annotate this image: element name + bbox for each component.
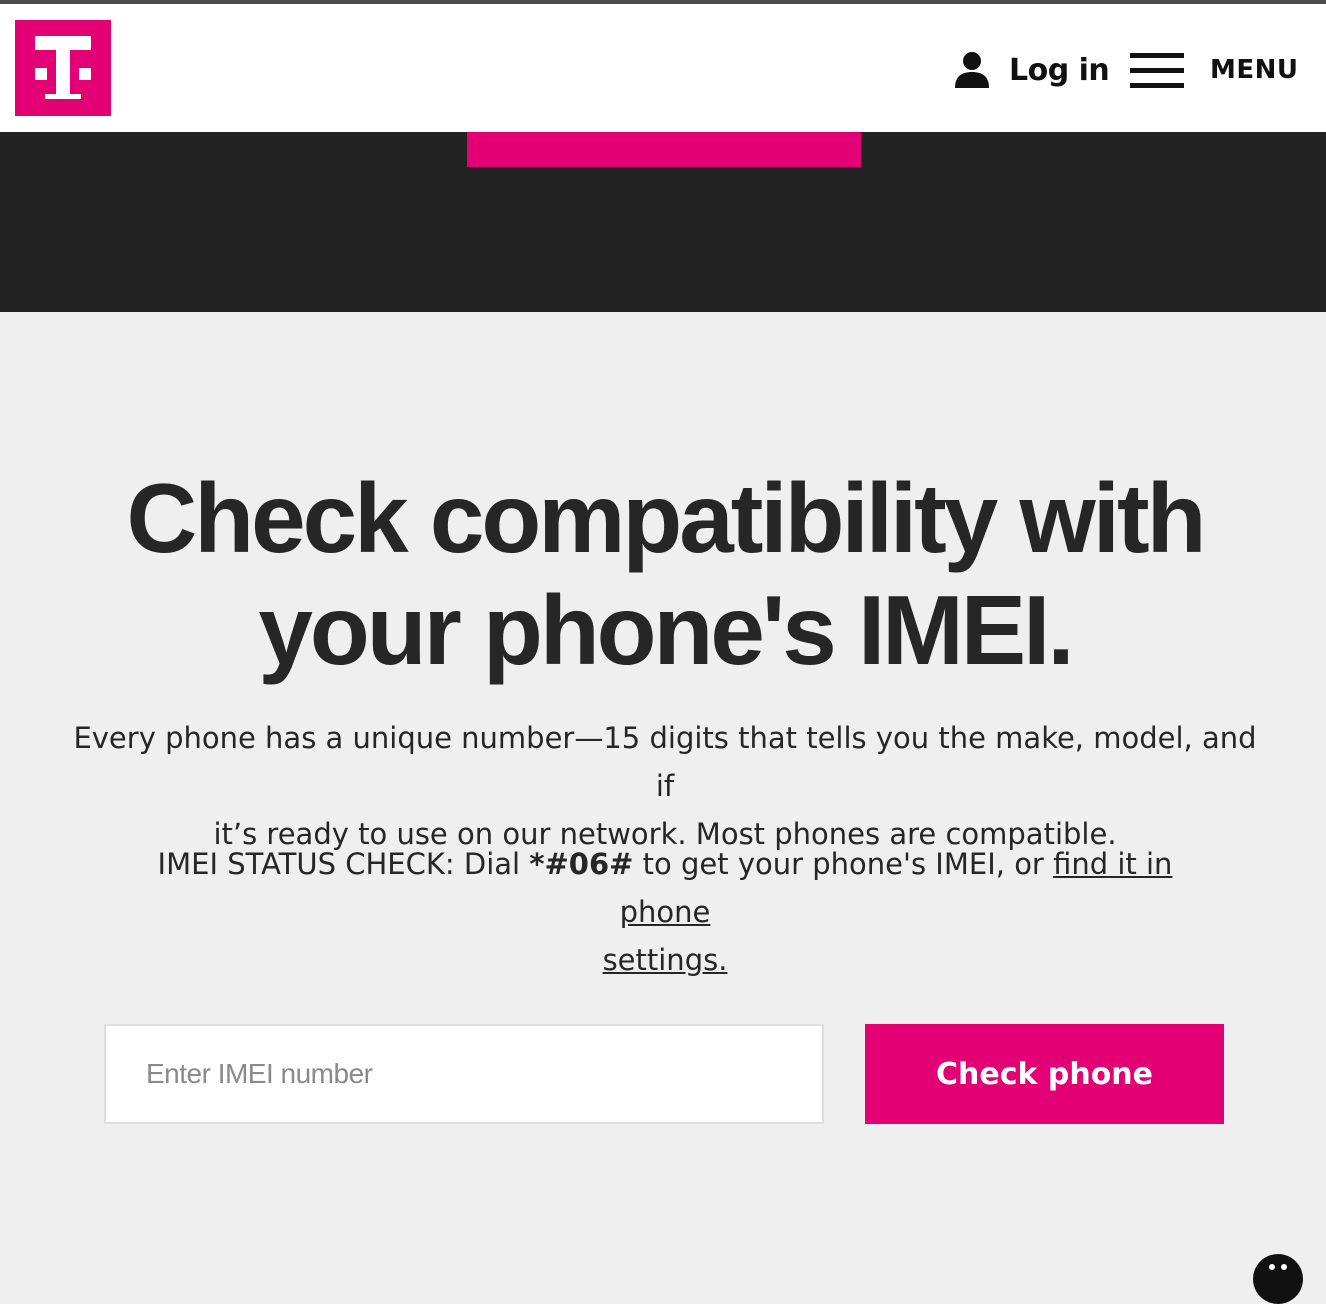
status-prefix: IMEI STATUS CHECK: Dial [157,847,530,881]
imei-input[interactable] [104,1024,824,1124]
dial-code: *#06# [529,847,634,881]
chat-eye-left [1269,1264,1275,1270]
page-title-line2: your phone's IMEI. [258,575,1074,685]
menu-button[interactable]: MENU [1130,50,1299,90]
hamburger-icon [1130,52,1184,88]
site-header: Log in MENU [0,4,1326,132]
page-title: Check compatibility with your phone's IM… [60,462,1270,686]
check-phone-label: Check phone [935,1056,1154,1092]
menu-label: MENU [1210,55,1299,85]
imei-status-text: IMEI STATUS CHECK: Dial *#06# to get you… [110,840,1220,984]
chat-eye-right [1281,1264,1287,1270]
person-icon [955,52,989,88]
intro-text: Every phone has a unique number—15 digit… [60,714,1270,858]
intro-line1: Every phone has a unique number—15 digit… [73,721,1257,803]
check-phone-button[interactable]: Check phone [865,1024,1224,1124]
status-middle: to get your phone's IMEI, or [633,847,1054,881]
logo-glyph [35,36,91,99]
t-mobile-logo-icon[interactable] [15,20,111,116]
link-line2: settings. [602,943,728,977]
login-link[interactable]: Log in [953,48,1110,92]
login-label: Log in [1009,52,1110,88]
page-title-line1: Check compatibility with [126,463,1207,573]
chat-icon[interactable] [1253,1254,1303,1304]
